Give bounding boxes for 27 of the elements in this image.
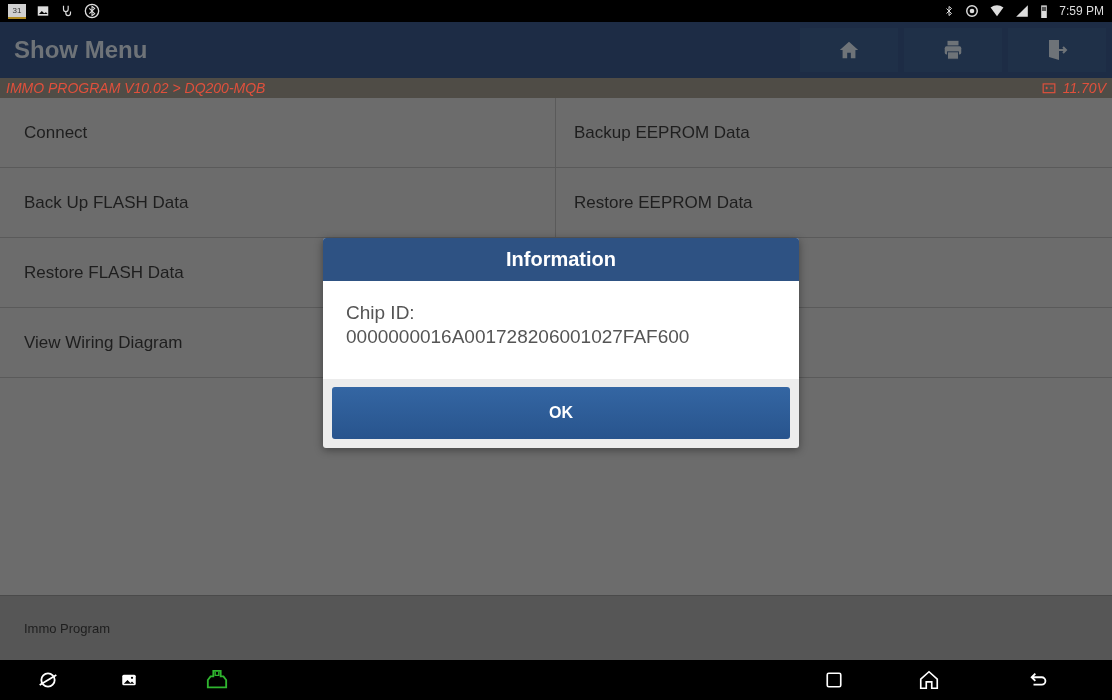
bluetooth-icon: [84, 3, 100, 19]
image-icon: [36, 4, 50, 18]
dialog-title: Information: [323, 238, 799, 281]
home-button[interactable]: [800, 28, 898, 72]
page-title: Show Menu: [14, 36, 149, 64]
printer-icon: [942, 39, 964, 61]
menu-item[interactable]: Backup EEPROM Data: [556, 98, 1112, 168]
menu-item[interactable]: Connect: [0, 98, 556, 168]
ok-button[interactable]: OK: [332, 387, 790, 439]
signal-icon: [1015, 4, 1030, 18]
calendar-icon: 31: [8, 3, 26, 19]
vci-connector-icon: [205, 669, 229, 691]
home-icon: [838, 39, 860, 61]
planet-icon: [38, 670, 58, 690]
stethoscope-icon: [60, 4, 74, 18]
exit-button[interactable]: [1008, 28, 1106, 72]
print-button[interactable]: [904, 28, 1002, 72]
voltage-reading: 11.70V: [1062, 80, 1106, 96]
wifi-icon: [989, 4, 1006, 18]
battery-icon: [1040, 81, 1057, 95]
clock-time: 7:59 PM: [1059, 4, 1104, 18]
breadcrumb-path: IMMO PROGRAM V10.02 > DQ200-MQB: [6, 80, 266, 96]
battery-icon: [1039, 4, 1050, 18]
home-icon: [918, 669, 940, 691]
footer-label: Immo Program: [24, 620, 110, 636]
target-icon: [965, 4, 980, 18]
recent-apps-icon: [825, 671, 843, 689]
